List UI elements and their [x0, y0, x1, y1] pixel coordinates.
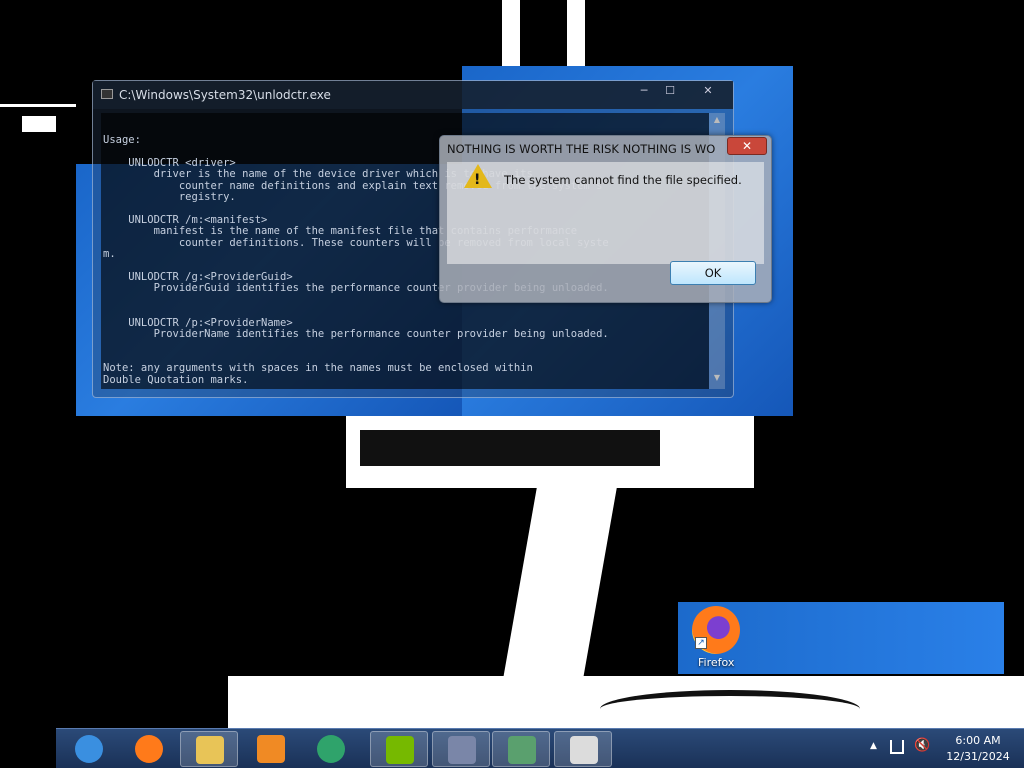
taskbar-button-app-green[interactable] [302, 731, 360, 767]
taskbar-button-file-explorer[interactable] [180, 731, 238, 767]
green-circle-icon [317, 735, 345, 763]
desktop: C:\Windows\System32\unlodctr.exe ─ ☐ ✕ U… [0, 0, 1024, 768]
clock-date[interactable]: 12/31/2024 [942, 750, 1014, 763]
dialog-message: The system cannot find the file specifie… [504, 173, 742, 187]
firefox-icon [135, 735, 163, 763]
close-button[interactable]: ✕ [697, 83, 719, 99]
maximize-button[interactable]: ☐ [659, 83, 681, 99]
taskbar-button-text-editor[interactable] [554, 731, 612, 767]
taskbar-button-nvidia[interactable] [370, 731, 428, 767]
minimize-button[interactable]: ─ [633, 83, 655, 99]
media-icon [257, 735, 285, 763]
taskbar-button-terminal[interactable] [432, 731, 490, 767]
warning-icon-mark: ! [474, 172, 481, 188]
taskbar-button-notepad-app[interactable] [492, 731, 550, 767]
taskbar-button-media-player[interactable] [242, 731, 300, 767]
dialog-close-button[interactable]: ✕ [727, 137, 767, 155]
console-app-icon [101, 89, 113, 99]
console-line: Double Quotation marks. [103, 373, 249, 386]
editor-icon [570, 736, 598, 764]
wallpaper-fragment [22, 116, 56, 132]
wallpaper-fragment [0, 104, 76, 107]
scroll-down-icon[interactable]: ▼ [709, 373, 725, 387]
terminal-icon [448, 736, 476, 764]
volume-muted-icon[interactable]: 🔇 [914, 738, 930, 753]
nvidia-icon [386, 736, 414, 764]
wallpaper-fragment [503, 488, 617, 678]
taskbar-button-firefox[interactable] [120, 731, 178, 767]
network-icon[interactable] [890, 740, 904, 754]
firefox-desktop-label[interactable]: Firefox [698, 656, 734, 669]
shortcut-arrow-icon: ↗ [695, 637, 707, 649]
console-titlebar[interactable]: C:\Windows\System32\unlodctr.exe ─ ☐ ✕ [93, 81, 733, 109]
error-dialog[interactable]: NOTHING IS WORTH THE RISK NOTHING IS WO.… [439, 135, 772, 303]
ie-icon [75, 735, 103, 763]
console-line: Note: any arguments with spaces in the n… [103, 362, 533, 375]
console-line: ProviderName identifies the performance … [103, 327, 609, 340]
dialog-title: NOTHING IS WORTH THE RISK NOTHING IS WO.… [447, 142, 715, 156]
wallpaper-fragment [360, 430, 660, 466]
scroll-up-icon[interactable]: ▲ [709, 115, 725, 129]
system-tray: ▲ 🔇 6:00 AM 12/31/2024 [864, 729, 1024, 768]
clock-time[interactable]: 6:00 AM [948, 734, 1008, 747]
folder-icon [196, 736, 224, 764]
taskbar: ▲ 🔇 6:00 AM 12/31/2024 [56, 728, 1024, 768]
wallpaper-fragment [600, 690, 860, 728]
show-hidden-icons-button[interactable]: ▲ [870, 741, 877, 751]
ok-button[interactable]: OK [670, 261, 756, 285]
console-title: C:\Windows\System32\unlodctr.exe [119, 88, 331, 102]
document-icon [508, 736, 536, 764]
taskbar-button-internet-explorer[interactable] [60, 731, 118, 767]
